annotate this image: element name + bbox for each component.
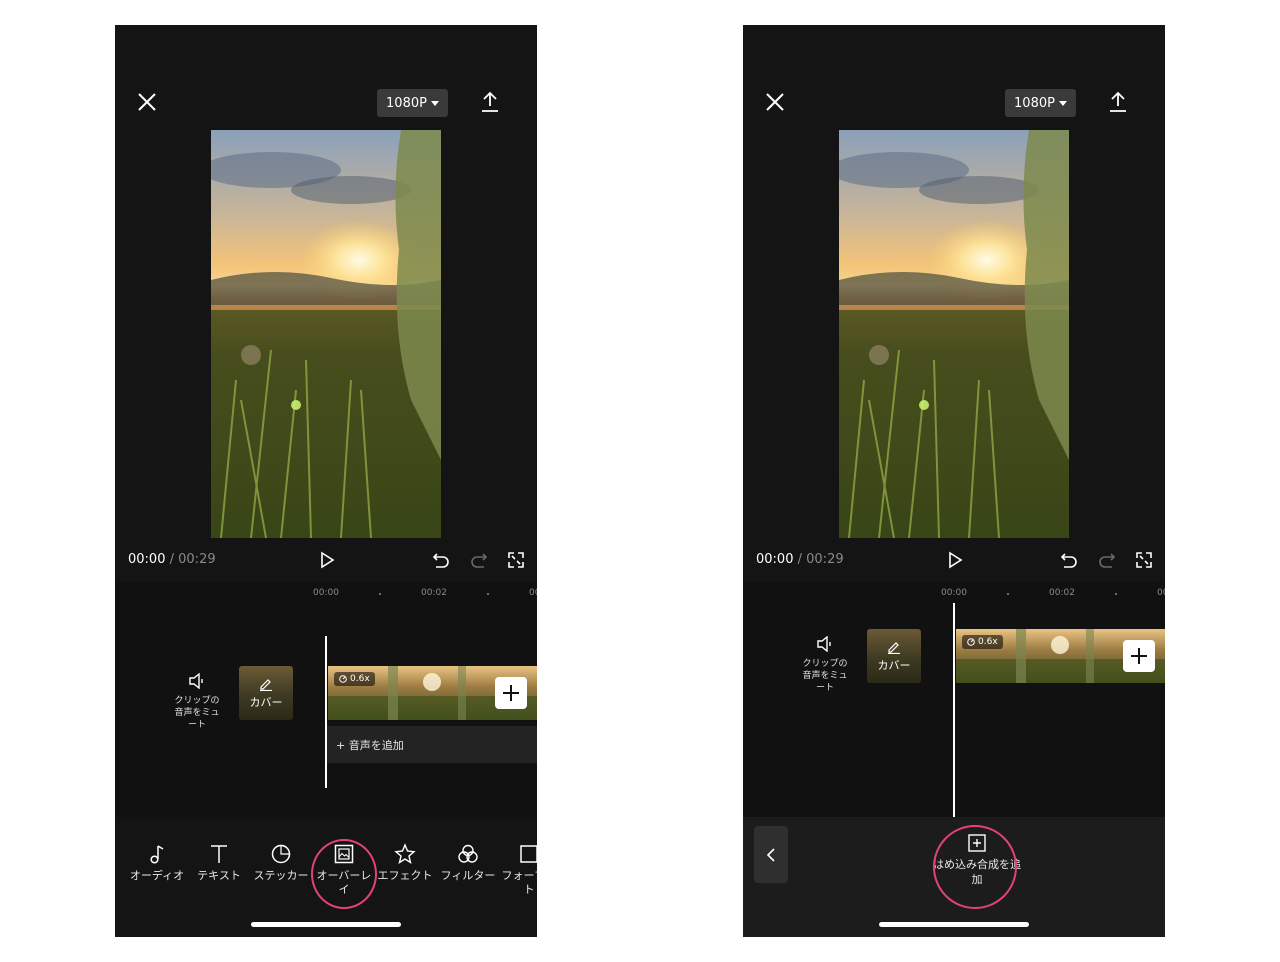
ruler-label: 00:00: [313, 588, 339, 598]
plus-icon: [1131, 648, 1147, 664]
clip-speed-badge: 0.6x: [334, 672, 375, 686]
tool-label: テキスト: [197, 869, 241, 882]
add-audio-button[interactable]: + 音声を追加: [327, 726, 537, 763]
resolution-selector[interactable]: 1080P: [377, 89, 448, 117]
video-preview[interactable]: [211, 130, 441, 538]
cover-button[interactable]: カバー: [239, 666, 293, 720]
text-icon: [211, 845, 227, 863]
tool-label: フィルター: [440, 869, 496, 882]
export-icon[interactable]: [1109, 91, 1127, 113]
sticker-icon: [271, 844, 291, 864]
total-time: 00:29: [806, 552, 844, 567]
ruler-dot: [1007, 593, 1009, 595]
timecode: 00:00 / 00:29: [128, 552, 216, 567]
ruler-dot: [487, 593, 489, 595]
effect-star-icon: [394, 843, 416, 865]
video-preview[interactable]: [839, 130, 1069, 538]
speed-gauge-icon: [339, 675, 347, 683]
resolution-label: 1080P: [1014, 95, 1055, 111]
export-icon[interactable]: [481, 91, 499, 113]
pencil-icon: [260, 678, 272, 691]
music-note-icon: [150, 845, 164, 864]
timecode: 00:00 / 00:29: [756, 552, 844, 567]
tool-format[interactable]: フォーマット: [498, 843, 537, 897]
ruler-label: 00:02: [421, 588, 447, 598]
mute-label: クリップの音声をミュート: [174, 696, 220, 730]
time-separator: /: [169, 552, 174, 567]
undo-icon[interactable]: [1060, 551, 1078, 569]
mute-clip-audio-button[interactable]: クリップの音声をミュート: [799, 636, 851, 694]
ruler-dot: [379, 593, 381, 595]
highlight-ring: [311, 839, 377, 909]
plus-icon: [503, 685, 519, 701]
format-icon: [520, 845, 537, 863]
play-icon[interactable]: [946, 551, 964, 569]
tool-filter[interactable]: フィルター: [437, 843, 499, 883]
speaker-icon: [189, 673, 203, 689]
tool-label: オーディオ: [129, 869, 185, 882]
ruler-label: 00: [529, 588, 537, 598]
caret-down-icon: [1058, 100, 1067, 106]
tool-label: エフェクト: [377, 869, 433, 882]
current-time: 00:00: [756, 552, 794, 567]
tool-label: フォーマット: [501, 869, 538, 896]
cover-label: カバー: [877, 658, 911, 672]
total-time: 00:29: [178, 552, 216, 567]
clip-speed-badge: 0.6x: [962, 635, 1003, 649]
add-clip-button[interactable]: [1123, 640, 1155, 672]
playhead[interactable]: [953, 603, 955, 817]
cover-label: カバー: [249, 695, 283, 709]
playhead[interactable]: [325, 636, 327, 788]
mute-label: クリップの音声をミュート: [802, 659, 848, 693]
tool-sticker[interactable]: ステッカー: [250, 843, 312, 883]
right-phone-screen: 1080P 00:00 / 00:29 00:00 00:02 0 クリップの音…: [743, 25, 1165, 937]
ruler-dot: [1115, 593, 1117, 595]
undo-icon[interactable]: [432, 551, 450, 569]
caret-down-icon: [430, 100, 439, 106]
clip-speed: 0.6x: [350, 674, 370, 684]
clip-speed: 0.6x: [978, 637, 998, 647]
close-icon[interactable]: [137, 92, 157, 112]
left-phone-screen: 1080P 00:00 / 00:29 00:00 00:02 0 クリップの音…: [115, 25, 537, 937]
highlight-ring: [933, 825, 1017, 909]
filter-icon: [458, 844, 478, 863]
redo-icon[interactable]: [470, 551, 488, 569]
tool-audio[interactable]: オーディオ: [126, 843, 188, 883]
speed-gauge-icon: [967, 638, 975, 646]
tool-effect[interactable]: エフェクト: [374, 843, 436, 883]
home-indicator: [251, 922, 401, 927]
play-icon[interactable]: [318, 551, 336, 569]
cover-button[interactable]: カバー: [867, 629, 921, 683]
resolution-selector[interactable]: 1080P: [1005, 89, 1076, 117]
ruler-label: 00: [1157, 588, 1165, 598]
ruler-label: 00:00: [941, 588, 967, 598]
home-indicator: [879, 922, 1029, 927]
time-separator: /: [797, 552, 802, 567]
chevron-left-icon: [766, 847, 775, 862]
ruler-label: 00:02: [1049, 588, 1075, 598]
speaker-icon: [817, 636, 831, 652]
add-audio-label: + 音声を追加: [336, 738, 404, 752]
close-icon[interactable]: [765, 92, 785, 112]
tool-label: ステッカー: [253, 869, 309, 882]
resolution-label: 1080P: [386, 95, 427, 111]
fullscreen-icon[interactable]: [507, 551, 525, 569]
pencil-icon: [888, 641, 900, 654]
redo-icon[interactable]: [1098, 551, 1116, 569]
add-clip-button[interactable]: [495, 677, 527, 709]
current-time: 00:00: [128, 552, 166, 567]
mute-clip-audio-button[interactable]: クリップの音声をミュート: [171, 673, 223, 731]
fullscreen-icon[interactable]: [1135, 551, 1153, 569]
back-button[interactable]: [754, 826, 788, 883]
tool-text[interactable]: テキスト: [188, 843, 250, 883]
